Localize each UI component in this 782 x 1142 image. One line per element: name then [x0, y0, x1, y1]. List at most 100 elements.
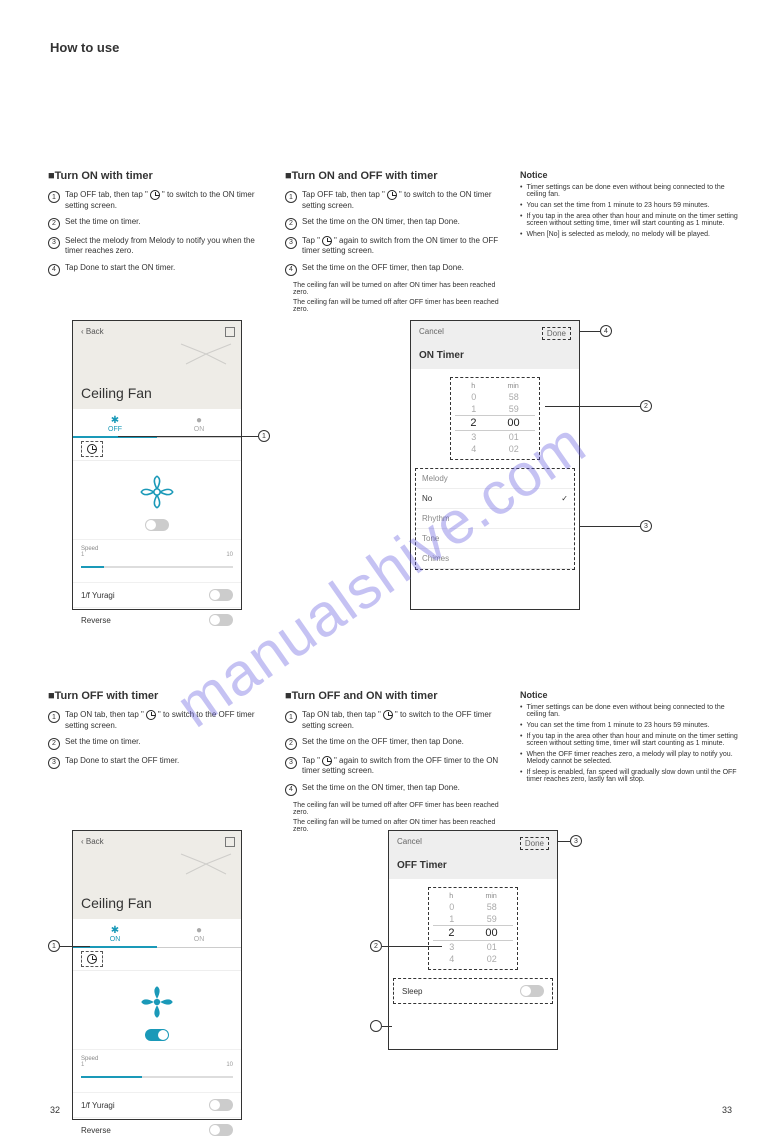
- check-icon: ✓: [561, 494, 568, 503]
- step-number: 4: [48, 264, 60, 276]
- step-number: 2: [48, 738, 60, 750]
- step-number: 4: [285, 264, 297, 276]
- fan-display-icon: [136, 471, 178, 513]
- phone-mockup-off: ‹ Back Ceiling Fan ✱OFF ●ON Speed 110 1/…: [72, 320, 242, 610]
- calendar-icon[interactable]: [225, 327, 235, 337]
- time-picker[interactable]: hmin 058 159 200 301 402: [450, 377, 540, 460]
- done-button[interactable]: Done: [542, 327, 571, 340]
- note-item: •If you tap in the area other than hour …: [520, 733, 740, 747]
- step-number: 3: [48, 237, 60, 249]
- tab-on-right[interactable]: ●ON: [157, 919, 241, 947]
- yuragi-toggle[interactable]: [209, 1099, 233, 1111]
- fan-display-icon: [136, 981, 178, 1023]
- done-button[interactable]: Done: [520, 837, 549, 850]
- back-button[interactable]: ‹ Back: [81, 327, 233, 336]
- note-item: •You can set the time from 1 minute to 2…: [520, 722, 740, 729]
- fan-decoration: [176, 849, 236, 879]
- timer-icon-highlighted[interactable]: [81, 951, 103, 967]
- power-toggle[interactable]: [145, 1029, 169, 1041]
- timer-title: OFF Timer: [389, 856, 557, 879]
- step-number: 2: [48, 218, 60, 230]
- clock-icon: [322, 756, 332, 766]
- callout-3: 3: [640, 520, 652, 532]
- page-number-left: 32: [50, 1105, 60, 1115]
- back-button[interactable]: ‹ Back: [81, 837, 233, 846]
- phone-mockup-on: ‹ Back Ceiling Fan ✱ON ●ON Speed 110 1/f…: [72, 830, 242, 1120]
- step: 1 Tap ON tab, then tap "" to switch to t…: [285, 710, 505, 731]
- step-number: 4: [285, 784, 297, 796]
- power-toggle[interactable]: [145, 519, 169, 531]
- time-picker[interactable]: hmin 058 159 200 301 402: [428, 887, 518, 970]
- notice-heading: Notice: [520, 170, 740, 180]
- speed-slider[interactable]: [81, 560, 233, 574]
- callout-4: 4: [600, 325, 612, 337]
- step: 4 Tap Done to start the ON timer.: [48, 263, 268, 276]
- step: 1 Tap OFF tab, then tap "" to switch to …: [48, 190, 268, 211]
- note-item: •If sleep is enabled, fan speed will gra…: [520, 769, 740, 783]
- note-item: •Timer settings can be done even without…: [520, 704, 740, 718]
- step-number: 2: [285, 218, 297, 230]
- clock-icon: [150, 190, 160, 200]
- section-title-onoff: ■Turn ON and OFF with timer: [285, 170, 505, 182]
- reverse-toggle[interactable]: [209, 1124, 233, 1136]
- step: 1 Tap OFF tab, then tap "" to switch to …: [285, 190, 505, 211]
- callout-sleep: [370, 1020, 382, 1032]
- step: 4 Set the time on the ON timer, then tap…: [285, 783, 505, 796]
- tab-on[interactable]: ●ON: [157, 409, 241, 437]
- step: 3 Tap "" again to switch from the OFF ti…: [285, 756, 505, 777]
- callout-1: 1: [258, 430, 270, 442]
- step-number: 2: [285, 738, 297, 750]
- bulb-icon: ●: [157, 415, 241, 426]
- step: 1 Tap ON tab, then tap "" to switch to t…: [48, 710, 268, 731]
- reverse-label: Reverse: [81, 1126, 111, 1135]
- callout-1: 1: [48, 940, 60, 952]
- reverse-label: Reverse: [81, 616, 111, 625]
- page-title: How to use: [50, 40, 119, 55]
- clock-icon: [387, 190, 397, 200]
- clock-icon: [146, 710, 156, 720]
- step-number: 1: [48, 711, 60, 723]
- step-number: 1: [285, 711, 297, 723]
- step-number: 3: [48, 757, 60, 769]
- tab-on-left[interactable]: ✱ON: [73, 919, 157, 947]
- yuragi-toggle[interactable]: [209, 589, 233, 601]
- yuragi-label: 1/f Yuragi: [81, 1101, 115, 1110]
- note-item: •If you tap in the area other than hour …: [520, 213, 740, 227]
- notice-heading: Notice: [520, 690, 740, 700]
- tab-off[interactable]: ✱OFF: [73, 409, 157, 437]
- step-number: 1: [285, 191, 297, 203]
- note-item: •When [No] is selected as melody, no mel…: [520, 231, 740, 238]
- timer-icon-highlighted[interactable]: [81, 441, 103, 457]
- step: 3 Tap "" again to switch from the ON tim…: [285, 236, 505, 257]
- step: 4 Set the time on the OFF timer, then ta…: [285, 263, 505, 276]
- note: The ceiling fan will be turned on after …: [293, 282, 505, 296]
- bulb-icon: ●: [157, 925, 241, 936]
- callout-3: 3: [570, 835, 582, 847]
- melody-picker[interactable]: Melody No✓ Rhythm Tone Chimes: [415, 468, 575, 570]
- phone-mockup-on-timer: Cancel Done ON Timer hmin 058 159 200 30…: [410, 320, 580, 610]
- callout-2: 2: [640, 400, 652, 412]
- clock-icon: [87, 954, 97, 964]
- note-item: •When the OFF timer reaches zero, a melo…: [520, 751, 740, 765]
- step: 2 Set the time on the ON timer, then tap…: [285, 217, 505, 230]
- fan-icon: ✱: [73, 415, 157, 426]
- reverse-toggle[interactable]: [209, 614, 233, 626]
- speed-slider[interactable]: [81, 1070, 233, 1084]
- cancel-button[interactable]: Cancel: [397, 837, 422, 850]
- calendar-icon[interactable]: [225, 837, 235, 847]
- cancel-button[interactable]: Cancel: [419, 327, 444, 340]
- page-number-right: 33: [722, 1105, 732, 1115]
- device-title: Ceiling Fan: [73, 381, 241, 409]
- step-number: 3: [285, 757, 297, 769]
- fan-icon: ✱: [73, 925, 157, 936]
- sleep-toggle[interactable]: [520, 985, 544, 997]
- step: 2 Set the time on timer.: [48, 217, 268, 230]
- section-title-off: ■Turn OFF with timer: [48, 690, 268, 702]
- sleep-toggle-row: Sleep: [393, 978, 553, 1004]
- callout-2: 2: [370, 940, 382, 952]
- clock-icon: [87, 444, 97, 454]
- timer-title: ON Timer: [411, 346, 579, 369]
- section-title-offon: ■Turn OFF and ON with timer: [285, 690, 505, 702]
- note: The ceiling fan will be turned off after…: [293, 299, 505, 313]
- fan-decoration: [176, 339, 236, 369]
